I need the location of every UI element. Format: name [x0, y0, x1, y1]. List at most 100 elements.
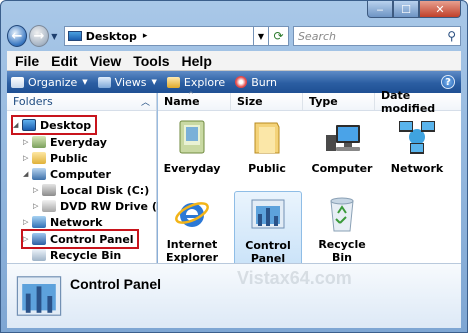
history-dropdown[interactable]: ▼	[49, 32, 60, 41]
tree-item-label: Network	[50, 215, 103, 229]
column-headers: ^ Name Size Type Date modified	[158, 89, 461, 115]
views-icon	[97, 76, 111, 88]
collapse-icon[interactable]: ︿	[141, 95, 150, 108]
maximize-button[interactable]: ☐	[393, 1, 419, 18]
item-label: Computer	[311, 162, 373, 175]
network-icon	[399, 121, 435, 154]
watermark: Vistax64.com	[237, 268, 352, 288]
tree-item-computer[interactable]: ◢ Computer	[23, 166, 111, 182]
explore-icon	[166, 76, 180, 88]
column-header-label: Size	[237, 95, 263, 108]
burn-disc-icon	[235, 76, 248, 88]
item-public[interactable]: Public	[233, 117, 301, 175]
tree-item-label: Local Disk (C:)	[60, 183, 150, 197]
tree-item-everyday[interactable]: ▷ Everyday	[23, 134, 107, 150]
expand-arrow-icon[interactable]: ▷	[23, 218, 32, 226]
tree-item-label: Computer	[50, 167, 111, 181]
expand-arrow-icon[interactable]: ▷	[23, 235, 32, 243]
caption-buttons: ‒ ☐ ✕	[367, 1, 461, 18]
refresh-button[interactable]: ⟳	[269, 26, 289, 46]
forward-button[interactable]: →	[28, 25, 49, 47]
views-button[interactable]: Views ▼	[97, 75, 157, 89]
help-icon[interactable]: ?	[441, 75, 455, 89]
column-header-name[interactable]: ^ Name	[158, 91, 231, 110]
internet-explorer-icon	[175, 202, 209, 227]
close-button[interactable]: ✕	[419, 1, 461, 18]
collapse-arrow-icon[interactable]: ◢	[23, 170, 32, 178]
control-panel-icon	[32, 233, 46, 245]
chevron-down-icon: ▼	[82, 78, 88, 86]
item-internet-explorer[interactable]: Internet Explorer	[158, 193, 226, 264]
folder-icon	[254, 122, 280, 154]
folder-icon	[32, 152, 46, 164]
user-folder-icon	[179, 120, 205, 154]
control-panel-icon	[251, 199, 285, 229]
column-header-date-modified[interactable]: Date modified	[375, 89, 461, 115]
recycle-bin-icon	[32, 249, 46, 261]
organize-label: Organize	[28, 75, 78, 89]
expand-arrow-icon[interactable]: ▷	[23, 154, 32, 162]
column-header-size[interactable]: Size	[231, 93, 303, 110]
tree-item-label: Public	[50, 151, 88, 165]
tree-item-control-panel[interactable]: ▷ Control Panel	[21, 229, 139, 249]
hard-drive-icon	[42, 184, 56, 196]
expand-arrow-icon[interactable]: ▷	[23, 138, 32, 146]
explore-label: Explore	[183, 75, 226, 89]
recycle-bin-icon	[330, 197, 354, 232]
explorer-window: ‒ ☐ ✕ ← → ▼ Desktop ▸ ▼ ⟳ Search ⚲ File …	[0, 0, 468, 333]
item-everyday[interactable]: Everyday	[158, 117, 226, 175]
column-header-label: Date modified	[381, 88, 436, 115]
item-label: Everyday	[163, 162, 221, 175]
tree-item-desktop[interactable]: ◢ Desktop	[10, 115, 98, 135]
details-pane: Control Panel Vistax64.com	[7, 263, 461, 328]
menu-help[interactable]: Help	[182, 53, 212, 69]
address-bar[interactable]: Desktop ▸	[63, 26, 254, 46]
chevron-down-icon: ▼	[151, 78, 157, 86]
views-label: Views	[114, 75, 147, 89]
navigation-pane: Folders ︿ ◢ Desktop ▷ Everyday ▷ Public …	[7, 93, 175, 263]
folders-header-label: Folders	[13, 95, 53, 108]
breadcrumb-arrow-icon[interactable]: ▸	[143, 31, 148, 41]
user-folder-icon	[32, 136, 46, 148]
tree-item-local-disk[interactable]: ▷ Local Disk (C:)	[33, 182, 149, 198]
folders-header[interactable]: Folders ︿	[7, 93, 156, 111]
item-control-panel[interactable]: Control Panel	[234, 191, 302, 269]
menu-file[interactable]: File	[15, 53, 39, 69]
item-network[interactable]: Network	[383, 117, 451, 175]
control-panel-icon	[16, 276, 62, 316]
menu-tools[interactable]: Tools	[133, 53, 169, 69]
expand-arrow-icon[interactable]: ▷	[33, 202, 42, 210]
item-label: Public	[248, 162, 286, 175]
sort-arrow-icon: ^	[188, 91, 194, 99]
burn-button[interactable]: Burn	[235, 76, 277, 89]
item-recycle-bin[interactable]: Recycle Bin	[308, 193, 376, 264]
item-label: Control Panel	[245, 239, 291, 265]
item-label: Internet Explorer	[165, 238, 219, 264]
organize-button[interactable]: Organize ▼	[11, 76, 88, 89]
collapse-arrow-icon[interactable]: ◢	[13, 121, 22, 129]
address-dropdown[interactable]: ▼	[253, 26, 270, 46]
item-computer[interactable]: Computer	[308, 117, 376, 175]
back-button[interactable]: ←	[7, 25, 27, 47]
address-row: ← → ▼ Desktop ▸ ▼ ⟳ Search ⚲	[7, 23, 462, 49]
column-header-type[interactable]: Type	[303, 93, 375, 110]
tree-item-recycle-bin[interactable]: Recycle Bin	[23, 247, 121, 263]
computer-icon	[32, 168, 46, 180]
tree-item-label: Control Panel	[50, 232, 134, 246]
network-icon	[32, 216, 46, 228]
search-input[interactable]: Search ⚲	[292, 26, 462, 46]
tree-item-public[interactable]: ▷ Public	[23, 150, 88, 166]
search-icon[interactable]: ⚲	[447, 29, 456, 43]
address-location: Desktop	[85, 29, 137, 43]
burn-label: Burn	[251, 75, 278, 89]
minimize-button[interactable]: ‒	[367, 1, 393, 18]
menu-view[interactable]: View	[90, 53, 122, 69]
menu-edit[interactable]: Edit	[51, 53, 77, 69]
expand-arrow-icon[interactable]: ▷	[33, 186, 42, 194]
tree-item-label: Desktop	[40, 118, 92, 132]
explore-button[interactable]: Explore	[166, 75, 226, 89]
tree-item-label: Recycle Bin	[50, 248, 122, 262]
content-pane: ^ Name Size Type Date modified Everyday	[158, 89, 461, 269]
tree-item-dvd-drive[interactable]: ▷ DVD RW Drive (D:)	[33, 198, 175, 214]
tree-item-network[interactable]: ▷ Network	[23, 214, 102, 230]
